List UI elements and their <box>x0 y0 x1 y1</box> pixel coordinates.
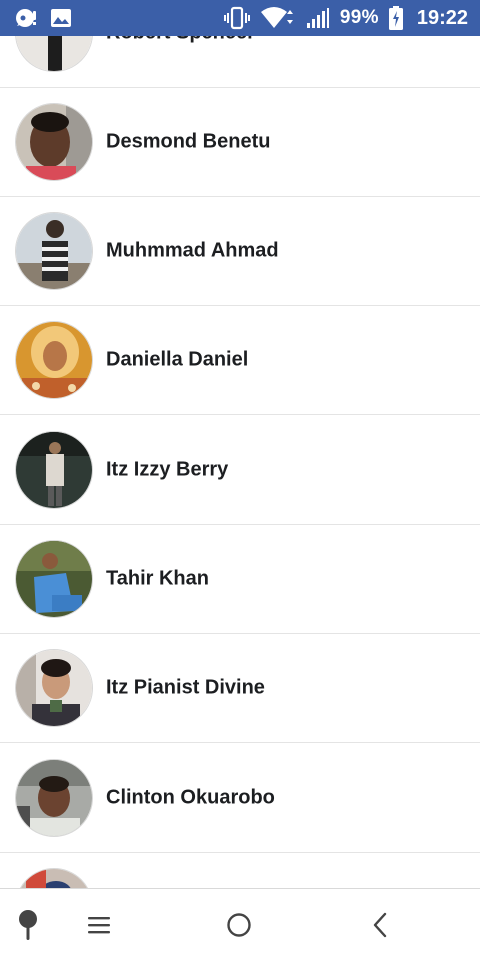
status-bar-right: 99% 19:22 <box>223 6 468 30</box>
battery-percent: 99% <box>339 7 379 28</box>
avatar[interactable] <box>15 540 93 618</box>
navigation-bar <box>0 888 480 960</box>
avatar[interactable] <box>15 431 93 509</box>
clock: 19:22 <box>416 6 468 29</box>
contact-name[interactable]: Clinton Okuarobo <box>106 787 275 810</box>
menu-icon[interactable] <box>81 907 117 943</box>
contact-name[interactable]: Muhmmad Ahmad <box>106 240 279 263</box>
avatar[interactable] <box>15 212 93 290</box>
avatar[interactable] <box>15 868 93 888</box>
list-item[interactable]: Itz Pianist Divine <box>0 634 480 743</box>
pin-icon[interactable] <box>10 907 46 943</box>
list-item[interactable]: Robert Spencer <box>0 36 480 88</box>
vibrate-icon <box>223 6 250 30</box>
contact-name[interactable]: Robert Spencer <box>106 36 255 45</box>
avatar[interactable] <box>15 321 93 399</box>
battery-icon <box>388 6 403 30</box>
contact-name[interactable]: Desmond Benetu <box>106 131 270 154</box>
list-item[interactable]: Desmond Benetu <box>0 88 480 197</box>
status-bar: 99% 19:22 <box>0 0 480 36</box>
status-bar-left <box>14 7 72 29</box>
notification-icon <box>14 7 38 29</box>
contact-name[interactable]: Tahir Khan <box>106 568 209 591</box>
avatar[interactable] <box>15 103 93 181</box>
contact-list[interactable]: Robert Spencer Desmond Benetu Muhmmad Ah… <box>0 36 480 888</box>
wifi-icon <box>260 6 296 30</box>
contact-name[interactable]: Itz Izzy Berry <box>106 459 228 482</box>
contact-name[interactable]: Itz Pianist Divine <box>106 677 265 700</box>
list-item[interactable] <box>0 853 480 888</box>
image-icon <box>50 8 72 28</box>
list-item[interactable]: Muhmmad Ahmad <box>0 197 480 306</box>
list-item[interactable]: Daniella Daniel <box>0 306 480 415</box>
list-item[interactable]: Clinton Okuarobo <box>0 744 480 853</box>
signal-icon <box>306 7 330 29</box>
list-item[interactable]: Itz Izzy Berry <box>0 416 480 525</box>
contact-name[interactable]: Daniella Daniel <box>106 349 248 372</box>
avatar[interactable] <box>15 759 93 837</box>
avatar[interactable] <box>15 36 93 72</box>
back-icon[interactable] <box>362 907 398 943</box>
list-item[interactable]: Tahir Khan <box>0 525 480 634</box>
home-icon[interactable] <box>221 907 257 943</box>
avatar[interactable] <box>15 649 93 727</box>
